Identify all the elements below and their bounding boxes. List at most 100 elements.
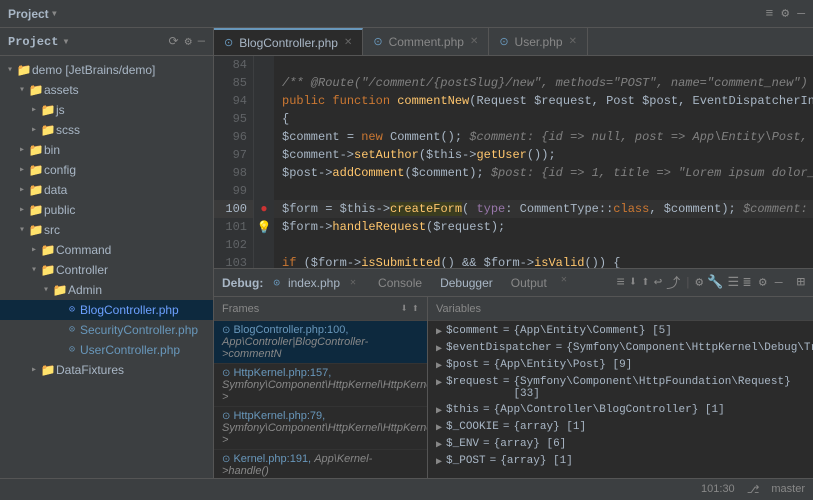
var-arrow-this[interactable]: ▶ <box>436 405 442 417</box>
variables-title: Variables <box>436 303 481 315</box>
debug-tab-debugger[interactable]: Debugger <box>432 274 501 292</box>
tree-arrow-config: ▸ <box>16 164 28 176</box>
sidebar-title[interactable]: Project ▾ <box>8 34 70 49</box>
tree-item-config[interactable]: ▸ 📁 config <box>0 160 213 180</box>
debug-tab-output[interactable]: Output <box>503 274 555 292</box>
var-arrow-eventdispatcher[interactable]: ▶ <box>436 343 442 355</box>
line-num-97: 97 <box>214 146 253 164</box>
var-item-request[interactable]: ▶ $request = {Symfony\Component\HttpFoun… <box>428 374 813 402</box>
sidebar-icon-1[interactable]: ⟳ <box>169 34 179 49</box>
debug-file-close[interactable]: ✕ <box>350 277 356 289</box>
sidebar-icon-2[interactable]: ⚙ <box>185 34 192 49</box>
code-kw-function: function <box>332 94 397 108</box>
tree-item-assets[interactable]: ▾ 📁 assets <box>0 80 213 100</box>
tree-item-public[interactable]: ▸ 📁 public <box>0 200 213 220</box>
sidebar-header: Project ▾ ⟳ ⚙ — <box>0 28 213 56</box>
code-100-3: : <box>505 202 519 216</box>
debug-file-label[interactable]: index.php <box>288 276 340 290</box>
tree-item-admin[interactable]: ▾ 📁 Admin <box>0 280 213 300</box>
frame-item-0[interactable]: ⊙ BlogController.php:100, App\Controller… <box>214 321 427 364</box>
debug-toolbar-icon1[interactable]: ≡ <box>617 275 625 291</box>
tab-icon-blog: ⊙ <box>224 36 233 49</box>
code-100-cls: CommentType:: <box>520 202 614 216</box>
status-branch[interactable]: master <box>771 483 805 496</box>
code-hint-96: $comment: {id => null, post => App\Entit… <box>469 130 807 144</box>
var-item-post-super[interactable]: ▶ $_POST = {array} [1] <box>428 453 813 470</box>
tree-label-datafixtures: DataFixtures <box>56 363 124 377</box>
frames-icon2[interactable]: ⬆ <box>412 301 419 316</box>
tree-item-bin[interactable]: ▸ 📁 bin <box>0 140 213 160</box>
gutter-97 <box>254 146 274 164</box>
debug-toolbar-icon4[interactable]: ↩ <box>654 274 662 291</box>
frames-title: Frames <box>222 303 259 315</box>
debug-toolbar-icon2[interactable]: ⬇ <box>629 274 637 291</box>
tab-close-user[interactable]: ✕ <box>569 36 577 47</box>
tab-comment[interactable]: ⊙ Comment.php ✕ <box>363 28 489 55</box>
tree-item-demo[interactable]: ▾ 📁 demo [JetBrains/demo] <box>0 60 213 80</box>
frame-item-2[interactable]: ⊙ HttpKernel.php:79, Symfony\Component\H… <box>214 407 427 450</box>
var-item-this[interactable]: ▶ $this = {App\Controller\BlogController… <box>428 402 813 419</box>
debug-toolbar-icon3[interactable]: ⬆ <box>641 274 649 291</box>
folder-icon-public: 📁 <box>28 203 44 218</box>
code-type-request: Request <box>476 94 534 108</box>
settings-icon[interactable]: ⚙ <box>781 6 789 21</box>
var-arrow-comment[interactable]: ▶ <box>436 326 442 338</box>
tree-item-blogcontroller[interactable]: ⊙ BlogController.php <box>0 300 213 320</box>
tree-item-js[interactable]: ▸ 📁 js <box>0 100 213 120</box>
code-100-4: , $comment); <box>649 202 743 216</box>
tree-item-datafixtures[interactable]: ▸ 📁 DataFixtures <box>0 360 213 380</box>
debug-run-icon[interactable]: ⊞ <box>797 274 805 291</box>
debug-toolbar-icon7[interactable]: 🔧 <box>707 275 723 290</box>
debug-toolbar-icon8[interactable]: ☰ <box>727 275 739 290</box>
tree-item-src[interactable]: ▾ 📁 src <box>0 220 213 240</box>
minimize-icon[interactable]: — <box>797 6 805 21</box>
debug-toolbar-icon5[interactable]: ⤴ <box>666 273 680 293</box>
tree-item-command[interactable]: ▸ 📁 Command <box>0 240 213 260</box>
var-item-post[interactable]: ▶ $post = {App\Entity\Post} [9] <box>428 357 813 374</box>
code-kw-public: public <box>282 94 332 108</box>
sidebar-icon-3[interactable]: — <box>198 34 205 49</box>
code-lines[interactable]: /** @Route("/comment/{postSlug}/new", me… <box>274 56 813 268</box>
tree-label-config: config <box>44 163 76 177</box>
tree-label-src: src <box>44 223 60 237</box>
layout-icon[interactable]: ≡ <box>766 6 774 21</box>
var-item-comment[interactable]: ▶ $comment = {App\Entity\Comment} [5] <box>428 323 813 340</box>
sidebar: Project ▾ ⟳ ⚙ — ▾ 📁 demo [JetBrains/demo… <box>0 28 214 478</box>
tree-item-usercontroller[interactable]: ⊙ UserController.php <box>0 340 213 360</box>
tab-blogcontroller[interactable]: ⊙ BlogController.php ✕ <box>214 28 363 55</box>
frame-func-3: App\Kernel->handle() <box>222 453 372 477</box>
tree-item-controller[interactable]: ▾ 📁 Controller <box>0 260 213 280</box>
var-item-cookie[interactable]: ▶ $_COOKIE = {array} [1] <box>428 419 813 436</box>
line-num-101: 101 <box>214 218 253 236</box>
var-arrow-env[interactable]: ▶ <box>436 439 442 451</box>
tree-item-scss[interactable]: ▸ 📁 scss <box>0 120 213 140</box>
debug-title-text: Debug: <box>222 276 263 290</box>
code-editor[interactable]: 84 85 94 95 96 97 98 99 100 101 102 103 … <box>214 56 813 268</box>
debug-tab-console[interactable]: Console <box>370 274 430 292</box>
tree-item-securitycontroller[interactable]: ⊙ SecurityController.php <box>0 320 213 340</box>
code-101: $form-> <box>282 220 332 234</box>
folder-icon-demo: 📁 <box>16 63 32 78</box>
code-97-2: ($this-> <box>419 148 477 162</box>
frame-item-3[interactable]: ⊙ Kernel.php:191, App\Kernel->handle() <box>214 450 427 478</box>
var-arrow-request[interactable]: ▶ <box>436 377 442 389</box>
frames-icon1[interactable]: ⬇ <box>401 301 408 316</box>
var-item-eventdispatcher[interactable]: ▶ $eventDispatcher = {Symfony\Component\… <box>428 340 813 357</box>
debug-toolbar-icon6[interactable]: ⚙ <box>695 275 703 290</box>
folder-icon-assets: 📁 <box>28 83 44 98</box>
var-arrow-post[interactable]: ▶ <box>436 360 442 372</box>
tab-user[interactable]: ⊙ User.php ✕ <box>489 28 588 55</box>
var-item-env[interactable]: ▶ $_ENV = {array} [6] <box>428 436 813 453</box>
project-title[interactable]: Project <box>8 7 49 21</box>
debug-toolbar-icon9[interactable]: ≣ <box>743 275 751 290</box>
debug-toolbar-settings[interactable]: ⚙ <box>759 275 767 290</box>
var-arrow-post-super[interactable]: ▶ <box>436 456 442 468</box>
var-arrow-cookie[interactable]: ▶ <box>436 422 442 434</box>
tree-item-data[interactable]: ▸ 📁 data <box>0 180 213 200</box>
project-dropdown-icon[interactable]: ▾ <box>51 6 58 21</box>
debug-toolbar-close[interactable]: — <box>775 275 783 290</box>
debug-tab-output-close[interactable]: ✕ <box>561 274 567 292</box>
frame-item-1[interactable]: ⊙ HttpKernel.php:157, Symfony\Component\… <box>214 364 427 407</box>
tab-close-blog[interactable]: ✕ <box>344 37 352 48</box>
tab-close-comment[interactable]: ✕ <box>470 36 478 47</box>
